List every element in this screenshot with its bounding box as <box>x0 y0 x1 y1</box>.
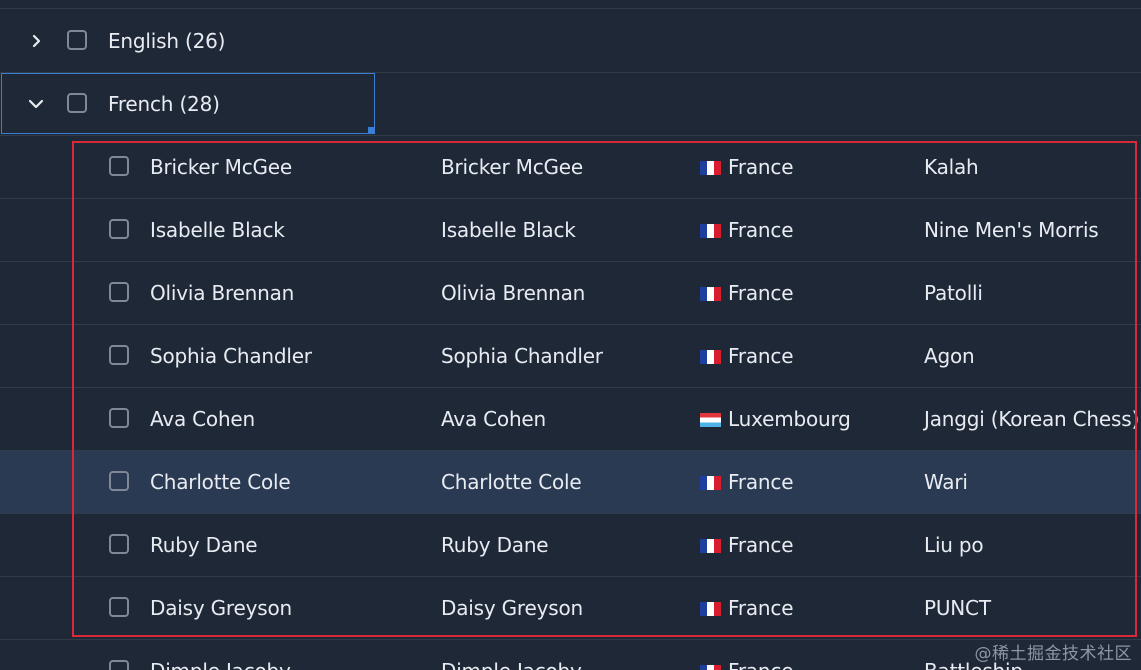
game-cell: Wari <box>924 470 968 494</box>
table-row[interactable]: Dimple Jacoby Dimple Jacoby France Battl… <box>0 640 1141 670</box>
table-row[interactable]: Sophia Chandler Sophia Chandler France A… <box>0 325 1141 388</box>
country-cell: France <box>700 199 794 261</box>
france-flag-icon <box>700 476 721 490</box>
row-checkbox[interactable] <box>109 597 129 617</box>
name-cell: Ava Cohen <box>150 407 256 431</box>
country-label: France <box>728 640 794 670</box>
table-row-selected[interactable]: Charlotte Cole Charlotte Cole France War… <box>0 451 1141 514</box>
row-checkbox[interactable] <box>109 282 129 302</box>
row-checkbox[interactable] <box>109 219 129 239</box>
name-cell: Bricker McGee <box>150 155 293 179</box>
country-cell: Luxembourg <box>700 388 851 450</box>
country-label: France <box>728 533 794 557</box>
name-cell-2: Isabelle Black <box>441 218 576 242</box>
table-row[interactable]: Olivia Brennan Olivia Brennan France Pat… <box>0 262 1141 325</box>
country-cell: France <box>700 577 794 639</box>
name-cell-2: Dimple Jacoby <box>441 640 582 670</box>
game-cell: Kalah <box>924 155 979 179</box>
table-row[interactable]: Isabelle Black Isabelle Black France Nin… <box>0 199 1141 262</box>
group-checkbox[interactable] <box>67 93 87 113</box>
chevron-right-icon[interactable] <box>27 32 45 50</box>
name-cell-2: Charlotte Cole <box>441 470 582 494</box>
france-flag-icon <box>700 161 721 175</box>
name-cell-2: Ava Cohen <box>441 407 547 431</box>
row-checkbox[interactable] <box>109 345 129 365</box>
game-cell: Janggi (Korean Chess) <box>924 407 1140 431</box>
row-checkbox[interactable] <box>109 471 129 491</box>
country-cell: France <box>700 325 794 387</box>
france-flag-icon <box>700 665 721 670</box>
table-row[interactable]: Ava Cohen Ava Cohen Luxembourg Janggi (K… <box>0 388 1141 451</box>
country-cell: France <box>700 640 794 670</box>
table-row[interactable]: Bricker McGee Bricker McGee France Kalah <box>0 136 1141 199</box>
france-flag-icon <box>700 539 721 553</box>
fill-handle[interactable] <box>368 127 375 134</box>
game-cell: Patolli <box>924 281 983 305</box>
group-row-english[interactable]: English (26) <box>0 10 1141 73</box>
name-cell: Daisy Greyson <box>150 596 292 620</box>
country-cell: France <box>700 514 794 576</box>
country-cell: France <box>700 262 794 324</box>
france-flag-icon <box>700 224 721 238</box>
name-cell-2: Olivia Brennan <box>441 281 586 305</box>
name-cell-2: Bricker McGee <box>441 155 584 179</box>
group-row-french[interactable]: French (28) <box>0 73 1141 136</box>
name-cell: Ruby Dane <box>150 533 258 557</box>
country-label: France <box>728 344 794 368</box>
group-label: English (26) <box>108 29 226 53</box>
country-label: France <box>728 155 794 179</box>
name-cell: Sophia Chandler <box>150 344 312 368</box>
name-cell-2: Ruby Dane <box>441 533 549 557</box>
table-row[interactable]: Ruby Dane Ruby Dane France Liu po <box>0 514 1141 577</box>
france-flag-icon <box>700 287 721 301</box>
luxembourg-flag-icon <box>700 413 721 427</box>
name-cell: Dimple Jacoby <box>150 640 291 670</box>
table-row[interactable]: Daisy Greyson Daisy Greyson France PUNCT <box>0 577 1141 640</box>
country-cell: France <box>700 136 794 198</box>
country-label: France <box>728 218 794 242</box>
game-cell: PUNCT <box>924 596 991 620</box>
game-cell: Liu po <box>924 533 984 557</box>
name-cell: Olivia Brennan <box>150 281 295 305</box>
name-cell: Isabelle Black <box>150 218 285 242</box>
country-cell: France <box>700 451 794 513</box>
data-grid: English (26) French (28) Bricker McGee B… <box>0 0 1141 670</box>
row-checkbox[interactable] <box>109 408 129 428</box>
group-label: French (28) <box>108 92 220 116</box>
game-cell: Nine Men's Morris <box>924 218 1099 242</box>
row-checkbox[interactable] <box>109 156 129 176</box>
grid-top-divider <box>0 0 1141 9</box>
watermark: @稀土掘金技术社区 <box>974 644 1132 664</box>
chevron-down-icon[interactable] <box>27 95 45 113</box>
game-cell: Agon <box>924 344 975 368</box>
country-label: France <box>728 470 794 494</box>
france-flag-icon <box>700 602 721 616</box>
name-cell: Charlotte Cole <box>150 470 291 494</box>
france-flag-icon <box>700 350 721 364</box>
group-checkbox[interactable] <box>67 30 87 50</box>
country-label: Luxembourg <box>728 407 851 431</box>
name-cell-2: Daisy Greyson <box>441 596 583 620</box>
row-checkbox[interactable] <box>109 660 129 670</box>
row-checkbox[interactable] <box>109 534 129 554</box>
name-cell-2: Sophia Chandler <box>441 344 603 368</box>
country-label: France <box>728 281 794 305</box>
country-label: France <box>728 596 794 620</box>
